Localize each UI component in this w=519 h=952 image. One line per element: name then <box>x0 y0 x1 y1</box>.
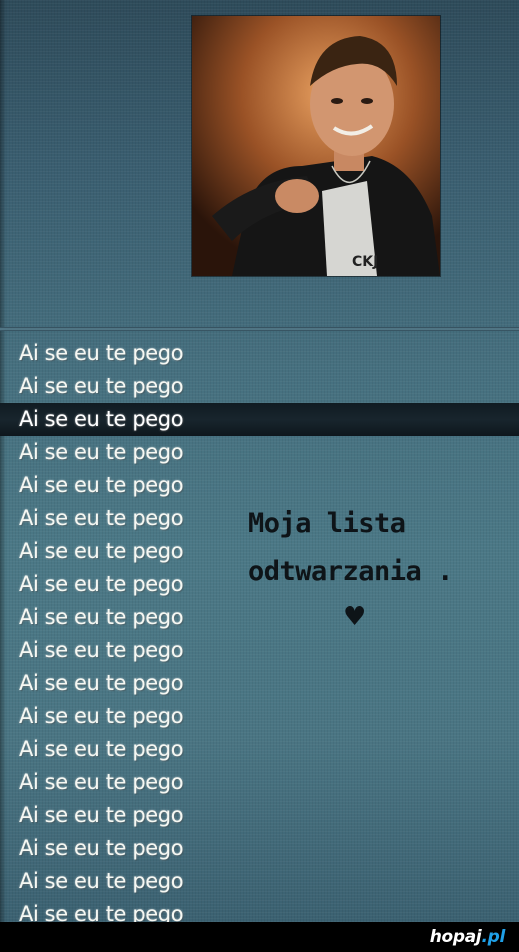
heart-icon: ♥ <box>343 602 367 632</box>
playlist-item[interactable]: Ai se eu te pego <box>0 733 519 766</box>
playlist-item[interactable]: Ai se eu te pego <box>0 634 519 667</box>
caption-line-2: odtwarzania . <box>248 556 453 587</box>
overlay-caption: Moja lista odtwarzania . <box>248 500 516 596</box>
media-player-screen: CKJ Ai se eu te pego Ai se eu te pego Ai s… <box>0 0 519 922</box>
album-artwork-image: CKJ <box>192 16 440 276</box>
playlist-item[interactable]: Ai se eu te pego <box>0 799 519 832</box>
playlist-item[interactable]: Ai se eu te pego <box>0 766 519 799</box>
playlist-item[interactable]: Ai se eu te pego <box>0 700 519 733</box>
playlist-item[interactable]: Ai se eu te pego <box>0 469 519 502</box>
panel-divider <box>0 327 519 331</box>
album-artwork: CKJ <box>192 16 440 276</box>
caption-line-1: Moja lista <box>248 508 406 539</box>
site-watermark: hopaj.pl <box>429 925 506 949</box>
playlist-item[interactable]: Ai se eu te pego <box>0 667 519 700</box>
playlist-item[interactable]: Ai se eu te pego <box>0 865 519 898</box>
playlist-item[interactable]: Ai se eu te pego <box>0 601 519 634</box>
shirt-print-text: CKJ <box>352 254 378 270</box>
watermark-tld: .pl <box>481 927 505 947</box>
playlist-item[interactable]: Ai se eu te pego <box>0 832 519 865</box>
playlist-item[interactable]: Ai se eu te pego <box>0 898 519 922</box>
playlist: Ai se eu te pego Ai se eu te pego Ai se eu… <box>0 337 519 922</box>
watermark-name: hopaj <box>429 927 482 947</box>
playlist-item-selected[interactable]: Ai se eu te pego <box>0 403 519 436</box>
playlist-item[interactable]: Ai se eu te pego <box>0 370 519 403</box>
playlist-item[interactable]: Ai se eu te pego <box>0 436 519 469</box>
playlist-item[interactable]: Ai se eu te pego <box>0 337 519 370</box>
